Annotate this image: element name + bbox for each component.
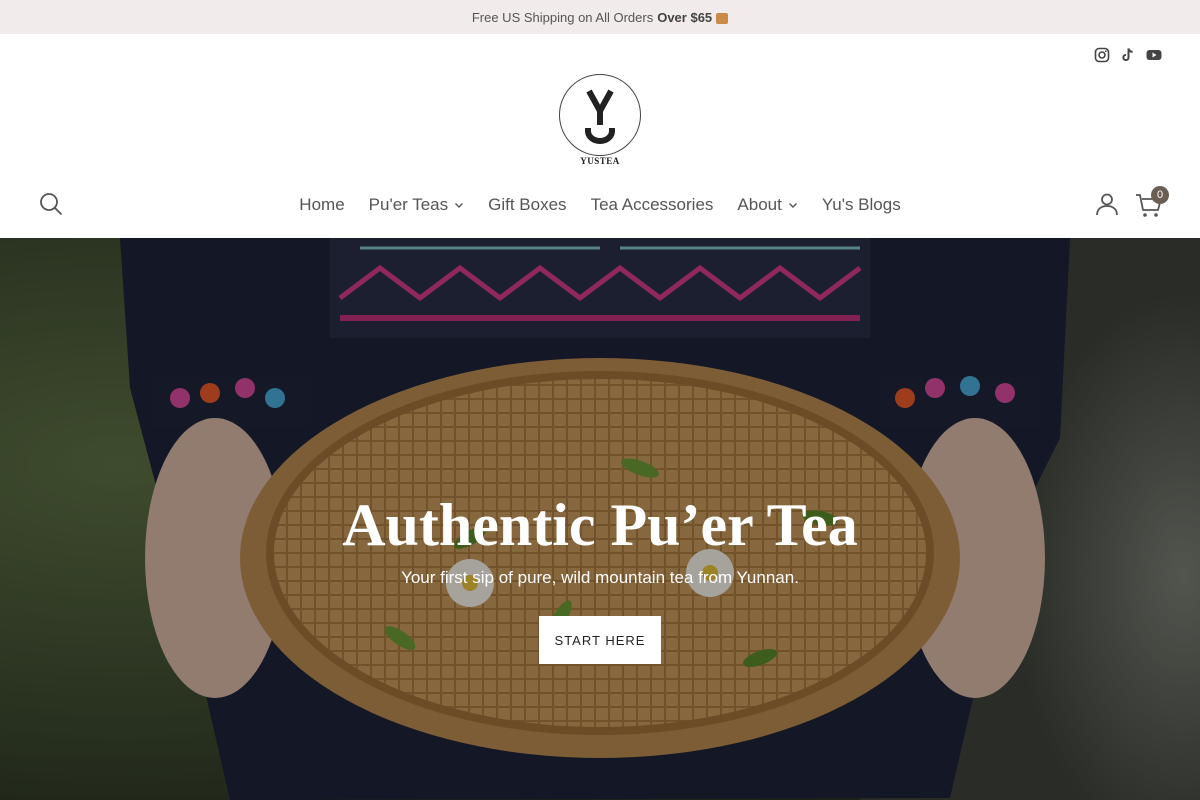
instagram-icon[interactable] [1094, 47, 1110, 63]
announcement-bar: Free US Shipping on All Orders Over $65 [0, 0, 1200, 34]
announcement-highlight: Over $65 [657, 9, 713, 25]
nav-item-about[interactable]: About [737, 195, 797, 215]
hero-banner: Authentic Pu’er Tea Your first sip of pu… [0, 238, 1200, 800]
chevron-down-icon [455, 203, 464, 208]
start-here-button[interactable]: START HERE [539, 616, 661, 664]
logo-circle [559, 74, 641, 156]
nav-item-label: About [737, 195, 782, 214]
site-logo[interactable]: YUSTEA [558, 72, 642, 168]
site-header: YUSTEA Home Pu'er Teas Gift Boxes Tea Ac… [0, 34, 1200, 238]
nav-item-tea-accessories[interactable]: Tea Accessories [591, 195, 714, 215]
main-navigation: Home Pu'er Teas Gift Boxes Tea Accessori… [0, 191, 1200, 219]
nav-item-puer-teas[interactable]: Pu'er Teas [369, 195, 464, 215]
chevron-down-icon [788, 203, 797, 208]
cart-count-badge: 0 [1151, 186, 1169, 204]
logo-wordmark: YUSTEA [580, 156, 620, 166]
announcement-text: Free US Shipping on All Orders [471, 9, 654, 25]
nav-item-gift-boxes[interactable]: Gift Boxes [488, 195, 566, 215]
hero-subtitle: Your first sip of pure, wild mountain te… [401, 568, 799, 587]
social-links [1094, 47, 1162, 63]
youtube-icon[interactable] [1146, 47, 1162, 63]
user-icon[interactable] [1094, 191, 1120, 217]
nav-item-label: Yu's Blogs [821, 195, 901, 214]
tiktok-icon[interactable] [1120, 47, 1136, 63]
nav-item-home[interactable]: Home [299, 195, 344, 215]
hero-title: Authentic Pu’er Tea [342, 492, 858, 558]
nav-item-label: Pu'er Teas [368, 195, 449, 214]
nav-item-blogs[interactable]: Yu's Blogs [822, 195, 901, 215]
nav-item-label: Home [299, 195, 345, 214]
nav-item-label: Tea Accessories [590, 195, 714, 214]
nav-item-label: Gift Boxes [488, 195, 567, 214]
package-icon [716, 12, 729, 24]
